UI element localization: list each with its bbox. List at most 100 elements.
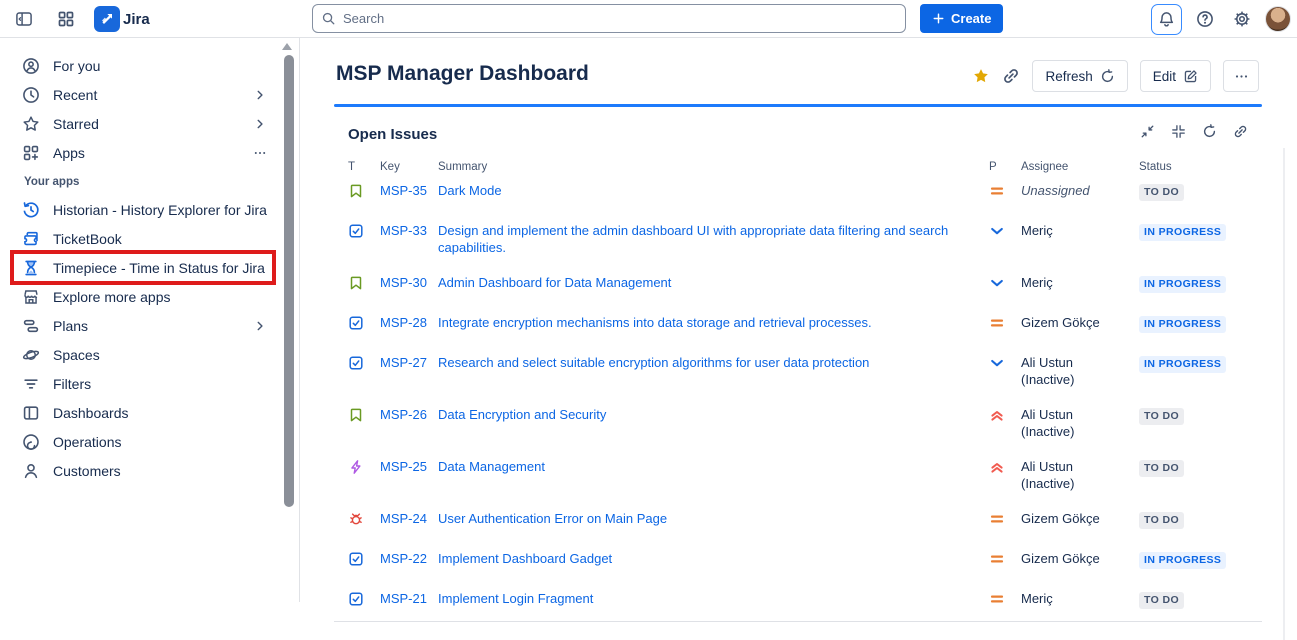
plus-icon: [932, 12, 945, 25]
chevron-right-icon[interactable]: [253, 117, 267, 131]
sidebar-item-spaces[interactable]: Spaces: [0, 340, 299, 369]
sidebar-item-dashboards[interactable]: Dashboards: [0, 398, 299, 427]
app-switcher-icon[interactable]: [52, 5, 80, 33]
refresh-gadget-icon[interactable]: [1202, 124, 1217, 144]
contract-icon[interactable]: [1171, 124, 1186, 144]
sidebar-item-customers[interactable]: Customers: [0, 456, 299, 485]
priority-medium-icon: [989, 590, 1015, 612]
issue-key-link[interactable]: MSP-30: [380, 274, 432, 291]
sidebar-item-recent[interactable]: Recent: [0, 80, 299, 109]
create-button[interactable]: Create: [920, 4, 1003, 33]
plans-icon: [22, 317, 40, 335]
table-row: MSP-22 Implement Dashboard Gadget Gizem …: [334, 541, 1262, 581]
issue-summary-link[interactable]: Dark Mode: [438, 182, 983, 199]
assignee: Ali Ustun(Inactive): [1021, 406, 1133, 440]
help-icon[interactable]: [1191, 5, 1219, 33]
chevron-right-icon[interactable]: [253, 319, 267, 333]
table-row: MSP-27 Research and select suitable encr…: [334, 345, 1262, 397]
task-icon: [348, 550, 374, 572]
issue-summary-link[interactable]: Data Encryption and Security: [438, 406, 983, 423]
sidebar-scrollbar[interactable]: [284, 55, 294, 507]
issue-summary-link[interactable]: Design and implement the admin dashboard…: [438, 222, 983, 256]
priority-medium-icon: [989, 182, 1015, 204]
sidebar-item-for-you[interactable]: For you: [0, 51, 299, 80]
planet-icon: [22, 346, 40, 364]
for-you-icon: [22, 57, 40, 75]
sidebar-item-apps[interactable]: Apps: [0, 138, 299, 167]
settings-gear-icon[interactable]: [1228, 5, 1256, 33]
global-search[interactable]: [312, 4, 906, 33]
column-summary: Summary: [438, 161, 983, 173]
favorite-star-icon[interactable]: [972, 67, 990, 85]
issue-summary-link[interactable]: User Authentication Error on Main Page: [438, 510, 983, 527]
edit-pencil-icon: [1183, 69, 1198, 84]
user-avatar[interactable]: [1265, 6, 1291, 32]
issue-summary-link[interactable]: Implement Dashboard Gadget: [438, 550, 983, 567]
minimize-icon[interactable]: [1140, 124, 1155, 144]
open-issues-gadget: Open Issues T Key Summary P Assignee Sta…: [334, 104, 1262, 622]
copy-link-icon[interactable]: [1002, 67, 1020, 85]
task-icon: [348, 222, 374, 244]
sidebar-item-explore-more-apps[interactable]: Explore more apps: [0, 282, 299, 311]
issue-key-link[interactable]: MSP-21: [380, 590, 432, 607]
issue-summary-link[interactable]: Implement Login Fragment: [438, 590, 983, 607]
issue-summary-link[interactable]: Admin Dashboard for Data Management: [438, 274, 983, 291]
star-icon: [22, 115, 40, 133]
jira-logo-icon: [94, 6, 120, 32]
issue-summary-link[interactable]: Data Management: [438, 458, 983, 475]
table-row: MSP-21 Implement Login Fragment Meriç TO…: [334, 581, 1262, 621]
status-badge: IN PROGRESS: [1139, 356, 1226, 373]
issue-summary-link[interactable]: Integrate encryption mechanisms into dat…: [438, 314, 983, 331]
issue-key-link[interactable]: MSP-33: [380, 222, 432, 239]
operations-spiral-icon: [22, 433, 40, 451]
sidebar-app-timepiece[interactable]: Timepiece - Time in Status for Jira: [0, 253, 299, 282]
assignee: Meriç: [1021, 222, 1133, 239]
assignee: Meriç: [1021, 274, 1133, 291]
collapse-sidebar-icon[interactable]: [10, 5, 38, 33]
task-icon: [348, 590, 374, 612]
notifications-bell-icon[interactable]: [1151, 4, 1182, 35]
status-badge: IN PROGRESS: [1139, 552, 1226, 569]
ticket-icon: [22, 230, 40, 248]
assignee: Gizem Gökçe: [1021, 550, 1133, 567]
issue-key-link[interactable]: MSP-35: [380, 182, 432, 199]
more-actions-button[interactable]: [1223, 60, 1259, 92]
jira-home-link[interactable]: Jira: [94, 6, 150, 32]
sidebar-app-ticketbook[interactable]: TicketBook: [0, 224, 299, 253]
hourglass-icon: [22, 259, 40, 277]
gadget-link-icon[interactable]: [1233, 124, 1248, 144]
search-input[interactable]: [343, 11, 897, 26]
scrollbar-up-arrow[interactable]: [282, 43, 292, 50]
more-options-icon[interactable]: [253, 146, 267, 160]
issue-key-link[interactable]: MSP-27: [380, 354, 432, 371]
column-type: T: [348, 161, 374, 173]
content-scrollbar-track[interactable]: [1283, 148, 1285, 640]
assignee: Ali Ustun(Inactive): [1021, 354, 1133, 388]
status-badge: TO DO: [1139, 408, 1184, 425]
edit-button[interactable]: Edit: [1140, 60, 1211, 92]
table-row: MSP-28 Integrate encryption mechanisms i…: [334, 305, 1262, 345]
priority-low-icon: [989, 274, 1015, 296]
clock-icon: [22, 86, 40, 104]
table-row: MSP-24 User Authentication Error on Main…: [334, 501, 1262, 541]
sidebar-item-filters[interactable]: Filters: [0, 369, 299, 398]
table-row: MSP-33 Design and implement the admin da…: [334, 213, 1262, 265]
story-icon: [348, 406, 374, 428]
chevron-right-icon[interactable]: [253, 88, 267, 102]
sidebar-item-starred[interactable]: Starred: [0, 109, 299, 138]
table-row: MSP-25 Data Management Ali Ustun(Inactiv…: [334, 449, 1262, 501]
issue-key-link[interactable]: MSP-26: [380, 406, 432, 423]
sidebar-app-historian[interactable]: Historian - History Explorer for Jira: [0, 195, 299, 224]
sidebar-item-plans[interactable]: Plans: [0, 311, 299, 340]
sidebar-item-operations[interactable]: Operations: [0, 427, 299, 456]
issue-key-link[interactable]: MSP-28: [380, 314, 432, 331]
issue-key-link[interactable]: MSP-25: [380, 458, 432, 475]
gadget-title: Open Issues: [348, 126, 437, 143]
issue-key-link[interactable]: MSP-24: [380, 510, 432, 527]
issue-key-link[interactable]: MSP-22: [380, 550, 432, 567]
story-icon: [348, 274, 374, 296]
priority-low-icon: [989, 354, 1015, 376]
issue-summary-link[interactable]: Research and select suitable encryption …: [438, 354, 983, 371]
refresh-button[interactable]: Refresh: [1032, 60, 1127, 92]
assignee: Gizem Gökçe: [1021, 314, 1133, 331]
